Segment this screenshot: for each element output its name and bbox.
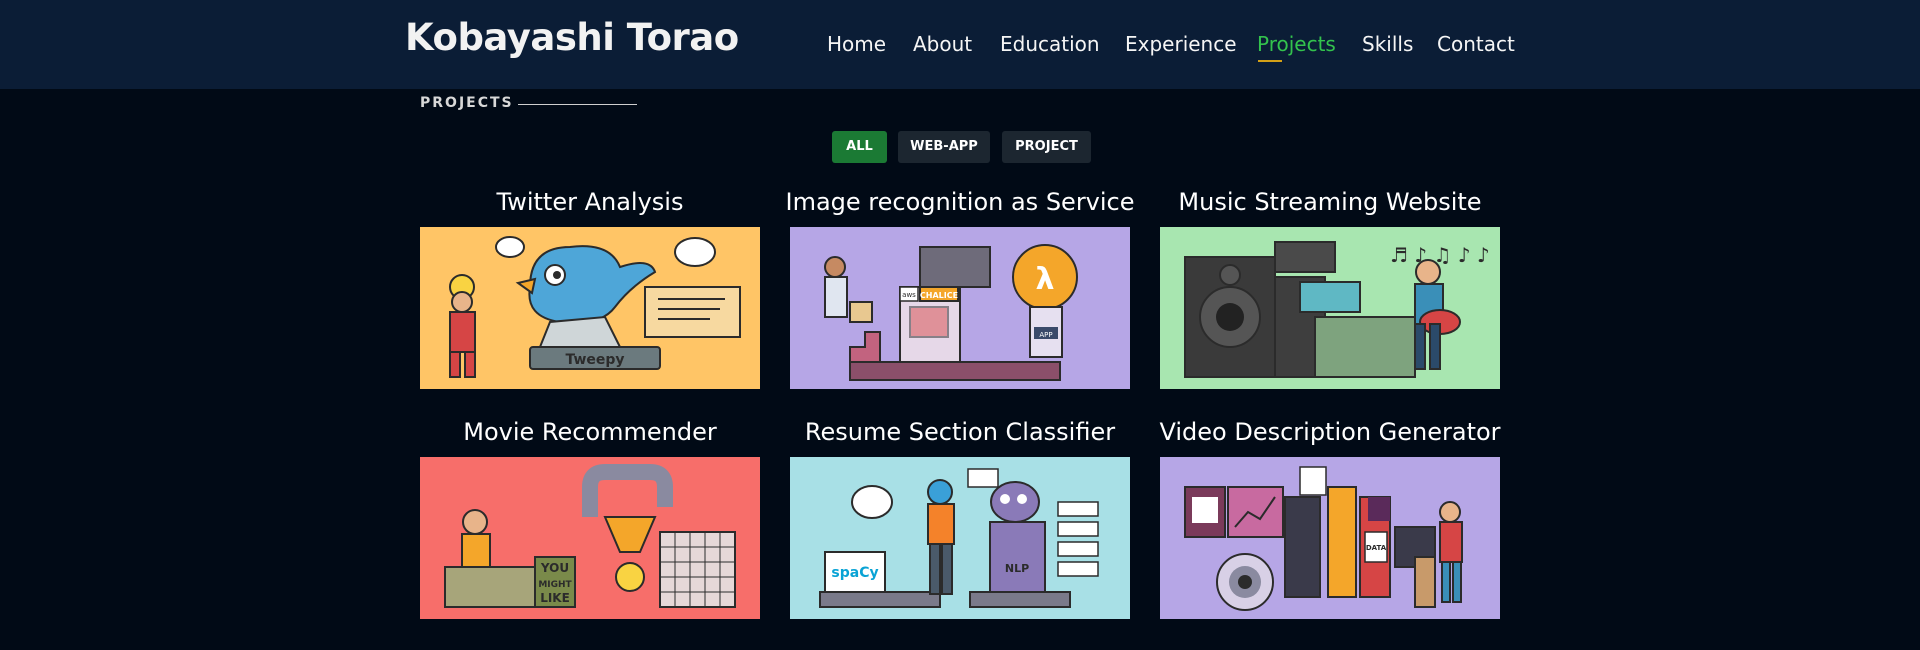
nlp-label: NLP bbox=[1005, 562, 1029, 575]
main-nav: Home About Education Experience Projects… bbox=[0, 32, 1920, 62]
filter-web-app-button[interactable]: WEB-APP bbox=[898, 131, 990, 163]
nav-skills[interactable]: Skills bbox=[1362, 32, 1413, 56]
lambda-symbol: λ bbox=[1036, 262, 1055, 297]
twitter-bird-illustration: Tweepy bbox=[420, 227, 760, 389]
filter-all-button[interactable]: ALL bbox=[832, 131, 887, 163]
project-title[interactable]: Movie Recommender bbox=[400, 418, 780, 446]
project-title[interactable]: Resume Section Classifier bbox=[770, 418, 1150, 446]
nav-about[interactable]: About bbox=[913, 32, 972, 56]
project-title[interactable]: Video Description Generator bbox=[1140, 418, 1520, 446]
like-label: LIKE bbox=[540, 591, 570, 605]
aws-label: aws bbox=[902, 291, 916, 299]
nav-contact[interactable]: Contact bbox=[1437, 32, 1515, 56]
project-image-music-streaming[interactable]: ♬ ♪ ♫ ♪ ♪ bbox=[1160, 227, 1500, 389]
section-title-line bbox=[518, 104, 637, 105]
project-title[interactable]: Music Streaming Website bbox=[1140, 188, 1520, 216]
movie-recommender-illustration: YOU MIGHT LIKE bbox=[420, 457, 760, 619]
site-header: Kobayashi Torao Home About Education Exp… bbox=[0, 0, 1920, 89]
chalice-label: CHALICE bbox=[920, 291, 958, 300]
app-label: APP bbox=[1039, 331, 1052, 339]
project-image-twitter[interactable]: Tweepy bbox=[420, 227, 760, 389]
tweepy-label: Tweepy bbox=[565, 352, 624, 368]
nav-experience[interactable]: Experience bbox=[1125, 32, 1237, 56]
video-data-illustration: DATA bbox=[1160, 457, 1500, 619]
project-image-video-description[interactable]: DATA bbox=[1160, 457, 1500, 619]
project-image-movie-recommender[interactable]: YOU MIGHT LIKE bbox=[420, 457, 760, 619]
music-notes: ♬ ♪ ♫ ♪ ♪ bbox=[1390, 243, 1490, 267]
active-nav-underline bbox=[1258, 60, 1282, 62]
data-label: DATA bbox=[1366, 544, 1387, 552]
project-image-image-recognition[interactable]: CHALICE aws λ APP bbox=[790, 227, 1130, 389]
section-title: PROJECTS bbox=[420, 95, 514, 111]
project-title[interactable]: Image recognition as Service bbox=[770, 188, 1150, 216]
nav-home[interactable]: Home bbox=[827, 32, 886, 56]
spacy-label: spaCy bbox=[831, 565, 878, 581]
might-label: MIGHT bbox=[538, 580, 572, 590]
music-speaker-illustration: ♬ ♪ ♫ ♪ ♪ bbox=[1160, 227, 1500, 389]
aws-lambda-illustration: CHALICE aws λ APP bbox=[790, 227, 1130, 389]
nav-projects[interactable]: Projects bbox=[1257, 32, 1336, 56]
you-label: YOU bbox=[540, 561, 569, 575]
nlp-robot-illustration: spaCy NLP bbox=[790, 457, 1130, 619]
filter-project-button[interactable]: PROJECT bbox=[1002, 131, 1091, 163]
project-image-resume-classifier[interactable]: spaCy NLP bbox=[790, 457, 1130, 619]
project-title[interactable]: Twitter Analysis bbox=[400, 188, 780, 216]
nav-education[interactable]: Education bbox=[1000, 32, 1100, 56]
